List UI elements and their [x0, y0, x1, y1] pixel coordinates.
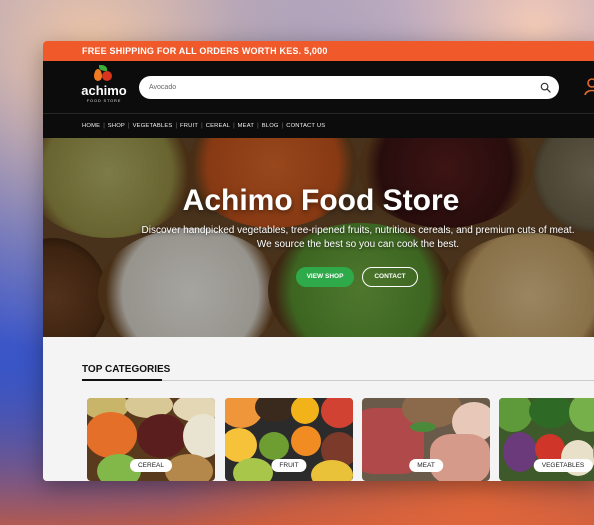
category-card-fruit[interactable]: FRUIT [225, 398, 353, 481]
category-card-meat[interactable]: MEAT [362, 398, 490, 481]
search-icon[interactable] [540, 82, 551, 93]
nav-item-vegetables[interactable]: VEGETABLES [133, 123, 173, 129]
search-input[interactable]: Avocado [139, 76, 559, 99]
nav-item-home[interactable]: HOME [82, 123, 100, 129]
main-nav: HOME | SHOP | VEGETABLES | FRUIT | CEREA… [43, 113, 594, 138]
nav-item-meat[interactable]: MEAT [238, 123, 254, 129]
promo-bar: FREE SHIPPING FOR ALL ORDERS WORTH KES. … [43, 41, 594, 61]
category-card-vegetables[interactable]: VEGETABLES [499, 398, 594, 481]
category-card-cereal[interactable]: CEREAL [87, 398, 215, 481]
logo-name: achimo [81, 83, 127, 98]
hero-banner: Achimo Food Store Discover handpicked ve… [43, 138, 594, 337]
user-icon[interactable] [584, 78, 594, 96]
promo-text: FREE SHIPPING FOR ALL ORDERS WORTH KES. … [82, 46, 328, 56]
nav-item-fruit[interactable]: FRUIT [180, 123, 198, 129]
nav-item-cereal[interactable]: CEREAL [206, 123, 230, 129]
nav-item-contact[interactable]: CONTACT US [286, 123, 325, 129]
section-title: TOP CATEGORIES [82, 364, 171, 375]
top-categories-section: TOP CATEGORIES CEREAL FRUIT MEAT VEGETAB… [43, 337, 594, 481]
contact-button[interactable]: CONTACT [362, 267, 418, 287]
category-label-fruit: FRUIT [271, 459, 307, 472]
logo-icon [91, 65, 117, 83]
category-label-meat: MEAT [409, 459, 443, 472]
hero-title: Achimo Food Store [182, 184, 460, 217]
view-shop-button[interactable]: VIEW SHOP [296, 267, 354, 287]
hero-description: Discover handpicked vegetables, tree-rip… [141, 225, 575, 250]
nav-item-blog[interactable]: BLOG [262, 123, 279, 129]
category-label-vegetables: VEGETABLES [533, 459, 593, 472]
search-value: Avocado [149, 84, 177, 91]
browser-window: FREE SHIPPING FOR ALL ORDERS WORTH KES. … [43, 41, 594, 481]
category-label-cereal: CEREAL [129, 459, 173, 472]
nav-item-shop[interactable]: SHOP [108, 123, 125, 129]
logo-tagline: FOOD STORE [86, 98, 122, 103]
store-logo[interactable]: achimo FOOD STORE [81, 65, 127, 111]
site-header: achimo FOOD STORE Avocado [43, 61, 594, 113]
